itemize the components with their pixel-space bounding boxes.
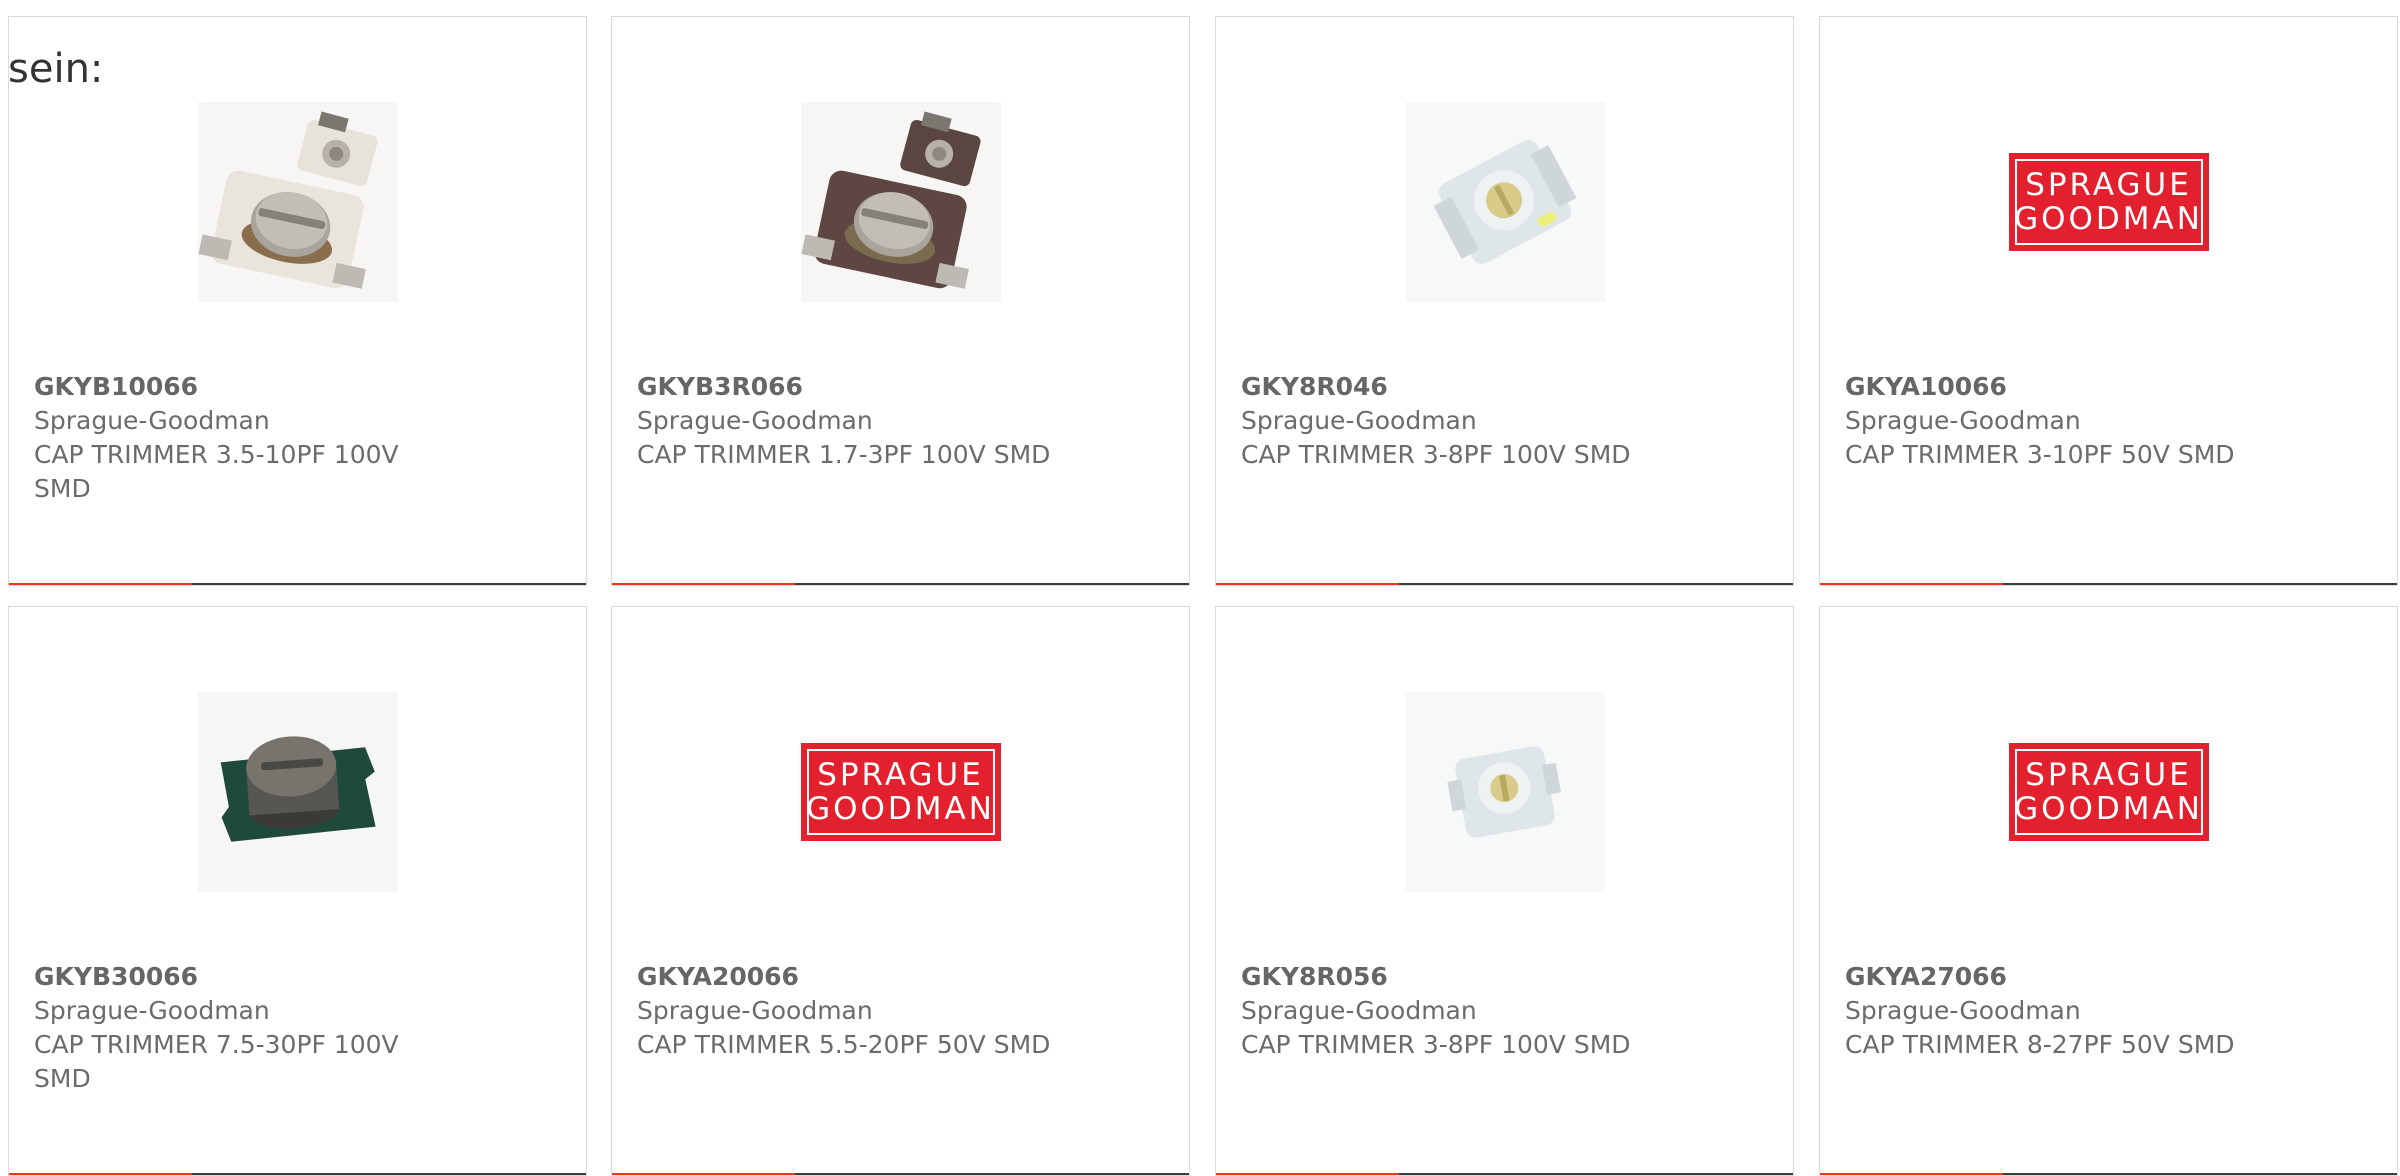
product-info: GKYA10066 Sprague-Goodman CAP TRIMMER 3-…: [1845, 370, 2265, 472]
sprague-goodman-logo: SPRAGUE GOODMAN: [2008, 743, 2209, 841]
product-image[interactable]: SPRAGUE GOODMAN: [1820, 687, 2397, 897]
product-info: GKYA27066 Sprague-Goodman CAP TRIMMER 8-…: [1845, 960, 2265, 1062]
product-card[interactable]: GKYB10066 Sprague-Goodman CAP TRIMMER 3.…: [8, 16, 587, 586]
product-image[interactable]: [1216, 687, 1793, 897]
card-footer-bar: [1216, 583, 1793, 585]
product-image[interactable]: [9, 97, 586, 307]
product-description: CAP TRIMMER 3-8PF 100V SMD: [1241, 1030, 1631, 1059]
part-number-link[interactable]: GKYB30066: [34, 960, 454, 994]
product-card[interactable]: SPRAGUE GOODMAN GKYA27066 Sprague-Goodma…: [1819, 606, 2398, 1176]
product-image[interactable]: [1216, 97, 1793, 307]
product-info: GKY8R056 Sprague-Goodman CAP TRIMMER 3-8…: [1241, 960, 1661, 1062]
manufacturer-name: Sprague-Goodman: [34, 406, 270, 435]
part-number-link[interactable]: GKY8R046: [1241, 370, 1661, 404]
manufacturer-name: Sprague-Goodman: [1241, 406, 1477, 435]
sprague-goodman-logo: SPRAGUE GOODMAN: [2008, 153, 2209, 251]
manufacturer-name: Sprague-Goodman: [1241, 996, 1477, 1025]
trimmer-brown-pair-icon: [800, 102, 1001, 302]
part-number-link[interactable]: GKY8R056: [1241, 960, 1661, 994]
trimmer-white-tilted-icon: [1404, 102, 1605, 302]
intro-text: sein:: [8, 46, 104, 92]
product-description: CAP TRIMMER 8-27PF 50V SMD: [1845, 1030, 2235, 1059]
trimmer-white-pair-icon: [197, 102, 398, 302]
card-footer-bar: [9, 583, 586, 585]
manufacturer-name: Sprague-Goodman: [1845, 406, 2081, 435]
card-footer-accent: [1820, 583, 2003, 585]
card-footer-bar: [1820, 583, 2397, 585]
product-image[interactable]: SPRAGUE GOODMAN: [612, 687, 1189, 897]
product-description: CAP TRIMMER 5.5-20PF 50V SMD: [637, 1030, 1051, 1059]
product-description: CAP TRIMMER 3.5-10PF 100V SMD: [34, 440, 399, 503]
manufacturer-name: Sprague-Goodman: [34, 996, 270, 1025]
part-number-link[interactable]: GKYA10066: [1845, 370, 2265, 404]
manufacturer-name: Sprague-Goodman: [1845, 996, 2081, 1025]
product-info: GKYB10066 Sprague-Goodman CAP TRIMMER 3.…: [34, 370, 454, 506]
product-card[interactable]: GKY8R056 Sprague-Goodman CAP TRIMMER 3-8…: [1215, 606, 1794, 1176]
product-info: GKY8R046 Sprague-Goodman CAP TRIMMER 3-8…: [1241, 370, 1661, 472]
manufacturer-name: Sprague-Goodman: [637, 406, 873, 435]
card-footer-accent: [612, 583, 795, 585]
product-info: GKYB30066 Sprague-Goodman CAP TRIMMER 7.…: [34, 960, 454, 1096]
manufacturer-name: Sprague-Goodman: [637, 996, 873, 1025]
product-image[interactable]: [612, 97, 1189, 307]
product-image[interactable]: SPRAGUE GOODMAN: [1820, 97, 2397, 307]
card-footer-bar: [612, 583, 1189, 585]
product-grid: sein: GKYB10066 Sprague-Goodman CAP TRIM…: [0, 0, 2400, 1176]
product-description: CAP TRIMMER 3-10PF 50V SMD: [1845, 440, 2235, 469]
product-description: CAP TRIMMER 7.5-30PF 100V SMD: [34, 1030, 399, 1093]
product-description: CAP TRIMMER 3-8PF 100V SMD: [1241, 440, 1631, 469]
product-card[interactable]: SPRAGUE GOODMAN GKYA10066 Sprague-Goodma…: [1819, 16, 2398, 586]
product-card[interactable]: SPRAGUE GOODMAN GKYA20066 Sprague-Goodma…: [611, 606, 1190, 1176]
product-card[interactable]: GKY8R046 Sprague-Goodman CAP TRIMMER 3-8…: [1215, 16, 1794, 586]
product-description: CAP TRIMMER 1.7-3PF 100V SMD: [637, 440, 1051, 469]
trimmer-green-icon: [197, 692, 398, 892]
card-footer-accent: [1216, 583, 1399, 585]
product-card[interactable]: GKYB30066 Sprague-Goodman CAP TRIMMER 7.…: [8, 606, 587, 1176]
card-footer-accent: [9, 583, 192, 585]
product-info: GKYA20066 Sprague-Goodman CAP TRIMMER 5.…: [637, 960, 1057, 1062]
part-number-link[interactable]: GKYB3R066: [637, 370, 1057, 404]
sprague-goodman-logo: SPRAGUE GOODMAN: [800, 743, 1001, 841]
product-info: GKYB3R066 Sprague-Goodman CAP TRIMMER 1.…: [637, 370, 1057, 472]
part-number-link[interactable]: GKYB10066: [34, 370, 454, 404]
part-number-link[interactable]: GKYA27066: [1845, 960, 2265, 994]
trimmer-white-small-icon: [1404, 692, 1605, 892]
product-image[interactable]: [9, 687, 586, 897]
product-card[interactable]: GKYB3R066 Sprague-Goodman CAP TRIMMER 1.…: [611, 16, 1190, 586]
part-number-link[interactable]: GKYA20066: [637, 960, 1057, 994]
